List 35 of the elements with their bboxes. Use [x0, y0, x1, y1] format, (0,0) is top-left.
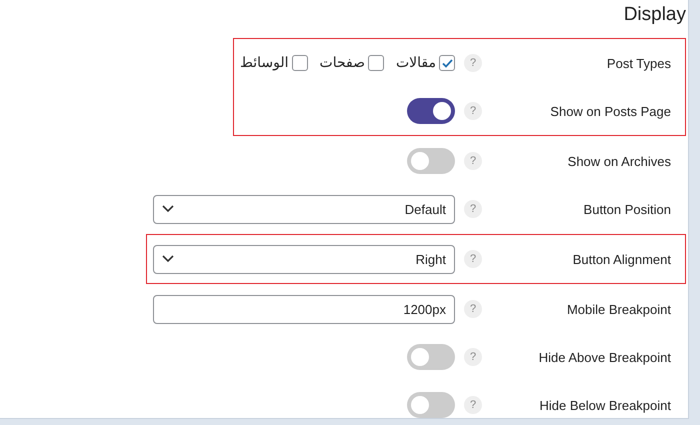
setting-label: Button Alignment: [572, 252, 671, 266]
toggle-switch[interactable]: [407, 98, 455, 124]
setting-label: Show on Archives: [566, 154, 671, 168]
setting-label: Hide Above Breakpoint: [538, 350, 671, 364]
setting-label: Post Types: [606, 56, 671, 70]
help-icon[interactable]: ?: [464, 152, 482, 170]
help-icon[interactable]: ?: [464, 250, 482, 268]
checkbox[interactable]: [292, 55, 308, 71]
setting-label: Button Position: [582, 202, 671, 216]
select-value: Right: [416, 252, 446, 266]
input-field[interactable]: 1200px: [153, 294, 455, 324]
checkbox[interactable]: [368, 55, 384, 71]
setting-label: Hide Below Breakpoint: [538, 398, 671, 412]
dropdown-select[interactable]: Right: [153, 244, 455, 274]
checkbox-label: مقالات: [396, 55, 436, 71]
select-value: Default: [404, 202, 446, 216]
chevron-down-icon: [162, 205, 174, 213]
toggle-switch[interactable]: [407, 392, 455, 418]
help-icon[interactable]: ?: [464, 102, 482, 120]
section-title: Display: [624, 4, 686, 27]
setting-label: Show on Posts Page: [549, 104, 671, 118]
checkbox-label: الوسائط: [240, 55, 289, 71]
dropdown-select[interactable]: Default: [153, 194, 455, 224]
help-icon[interactable]: ?: [464, 300, 482, 318]
chevron-down-icon: [162, 255, 174, 263]
checkbox[interactable]: [439, 55, 455, 71]
help-icon[interactable]: ?: [464, 396, 482, 414]
toggle-switch[interactable]: [407, 344, 455, 370]
check-icon: [442, 58, 452, 68]
toggle-switch[interactable]: [407, 148, 455, 174]
help-icon[interactable]: ?: [464, 200, 482, 218]
help-icon[interactable]: ?: [464, 348, 482, 366]
help-icon[interactable]: ?: [464, 54, 482, 72]
checkbox-label: صفحات: [320, 55, 365, 71]
setting-label: Mobile Breakpoint: [566, 302, 671, 316]
